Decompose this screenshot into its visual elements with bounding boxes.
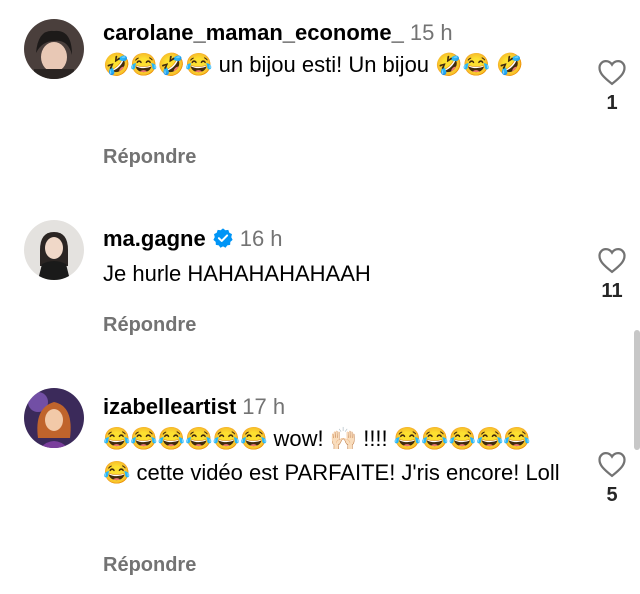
username[interactable]: izabelleartist (103, 394, 236, 419)
like-count: 1 (606, 92, 618, 114)
like-count: 11 (601, 280, 623, 302)
heart-icon[interactable] (597, 58, 627, 86)
verified-badge-icon (212, 227, 234, 255)
scrollbar-thumb[interactable] (634, 330, 640, 450)
heart-icon[interactable] (597, 246, 627, 274)
reply-button[interactable]: Répondre (103, 554, 196, 577)
comment-text: Je hurle HAHAHAHAHAAH (103, 261, 371, 286)
username[interactable]: ma.gagne (103, 226, 206, 251)
like-control: 1 (594, 58, 630, 115)
comment-header: izabelleartist 17 h (103, 394, 563, 420)
avatar[interactable] (24, 220, 84, 280)
heart-icon[interactable] (597, 450, 627, 478)
like-control: 11 (594, 246, 630, 303)
comment-text: 🤣😂🤣😂 un bijou esti! Un bijou 🤣😂 🤣 (103, 52, 524, 77)
username[interactable]: carolane_maman_econome_ (103, 20, 404, 45)
like-count: 5 (606, 484, 618, 506)
avatar[interactable] (24, 388, 84, 448)
reply-button[interactable]: Répondre (103, 146, 196, 169)
timestamp[interactable]: 17 h (242, 394, 285, 419)
comment-header: ma.gagne 16 h (103, 226, 563, 255)
avatar[interactable] (24, 19, 84, 79)
comment-text: 😂😂😂😂😂😂 wow! 🙌🏻 !!!! 😂😂😂😂😂 😂 cette vidéo … (103, 426, 560, 485)
timestamp[interactable]: 15 h (410, 20, 453, 45)
timestamp[interactable]: 16 h (240, 226, 283, 251)
reply-button[interactable]: Répondre (103, 314, 196, 337)
comment-header: carolane_maman_econome_ 15 h (103, 20, 563, 46)
like-control: 5 (594, 450, 630, 507)
